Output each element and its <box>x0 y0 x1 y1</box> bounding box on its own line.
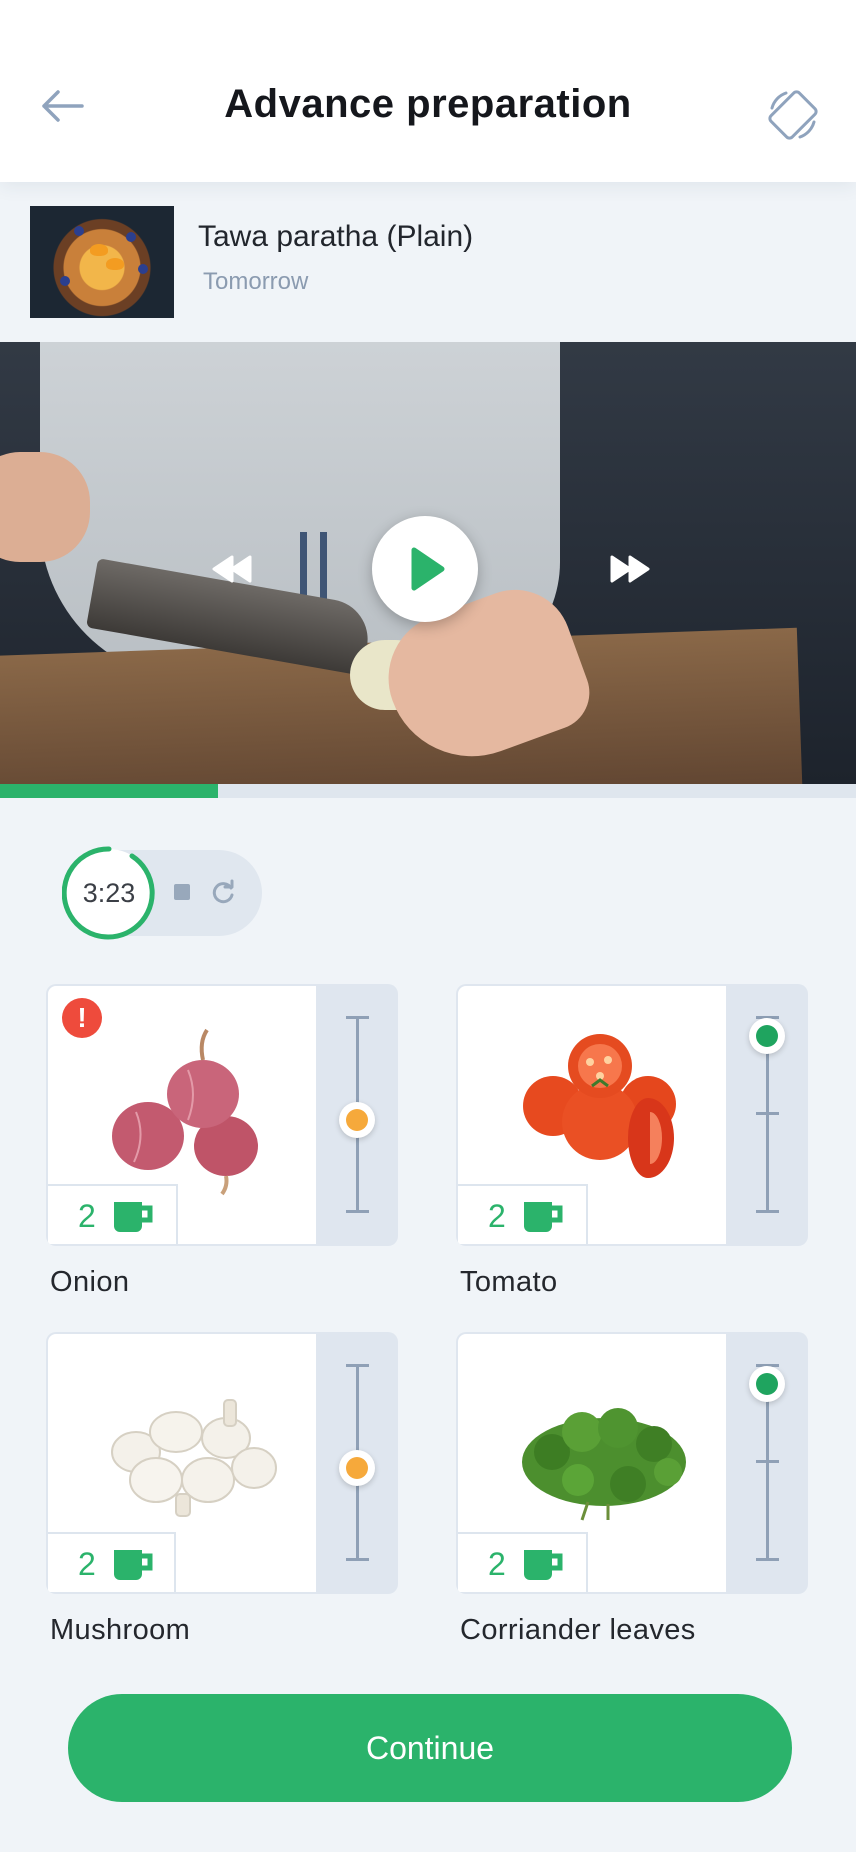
cup-icon <box>524 1202 563 1232</box>
stop-icon[interactable] <box>174 884 190 900</box>
ingredient-name: Corriander leaves <box>460 1614 696 1646</box>
cup-icon <box>114 1202 153 1232</box>
rewind-button[interactable] <box>210 554 256 584</box>
slider-knob[interactable] <box>339 1102 375 1138</box>
fast-forward-button[interactable] <box>606 554 652 584</box>
page-title: Advance preparation <box>224 82 632 126</box>
rewind-icon <box>212 555 252 583</box>
quantity-value: 2 <box>78 1198 96 1234</box>
quantity-slider[interactable] <box>728 1332 808 1594</box>
slider-knob[interactable] <box>339 1450 375 1486</box>
quantity-slider[interactable] <box>318 984 398 1246</box>
ingredient-card-tomato[interactable]: 2 <box>456 984 808 1246</box>
ingredient-card-mushroom[interactable]: 2 <box>46 1332 398 1594</box>
timer: 3:23 <box>62 846 262 940</box>
video-progress-fill <box>0 784 219 798</box>
rotate-screen-button[interactable] <box>764 86 822 144</box>
quantity-badge: 2 <box>458 1532 588 1592</box>
quantity-value: 2 <box>488 1198 506 1234</box>
ingredient-name: Tomato <box>460 1266 558 1298</box>
cup-icon <box>524 1550 563 1580</box>
ingredient-name: Onion <box>50 1266 130 1298</box>
quantity-badge: 2 <box>458 1184 588 1244</box>
quantity-value: 2 <box>488 1546 506 1582</box>
recipe-name: Tawa paratha (Plain) <box>198 220 474 253</box>
header: Advance preparation <box>0 0 856 182</box>
play-icon <box>411 547 445 591</box>
rotate-device-icon <box>768 90 818 140</box>
timer-display: 3:23 <box>82 878 136 908</box>
cup-icon <box>114 1550 153 1580</box>
recipe-thumbnail <box>30 206 174 318</box>
slider-knob[interactable] <box>749 1018 785 1054</box>
ingredient-card-corriander-leaves[interactable]: 2 <box>456 1332 808 1594</box>
ingredient-name: Mushroom <box>50 1614 191 1646</box>
quantity-badge: 2 <box>48 1184 178 1244</box>
video-progress-bar[interactable] <box>0 784 856 798</box>
continue-button[interactable]: Continue <box>68 1694 792 1802</box>
warning-icon: ! <box>62 998 102 1038</box>
play-button[interactable] <box>372 516 478 622</box>
recipe-schedule: Tomorrow <box>203 268 309 295</box>
slider-knob[interactable] <box>749 1366 785 1402</box>
quantity-value: 2 <box>78 1546 96 1582</box>
quantity-slider[interactable] <box>728 984 808 1246</box>
fast-forward-icon <box>610 555 650 583</box>
reset-icon <box>212 879 234 904</box>
quantity-badge: 2 <box>48 1532 176 1592</box>
quantity-slider[interactable] <box>318 1332 398 1594</box>
recipe-summary: Tawa paratha (Plain) Tomorrow <box>0 182 856 342</box>
reset-button[interactable] <box>208 878 238 908</box>
